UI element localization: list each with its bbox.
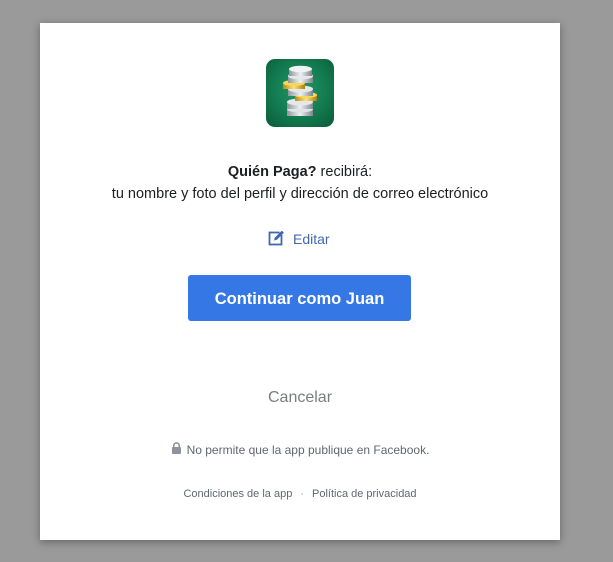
- permission-detail: tu nombre y foto del perfil y dirección …: [111, 186, 489, 202]
- privacy-policy-link[interactable]: Política de privacidad: [312, 488, 417, 500]
- app-terms-link[interactable]: Condiciones de la app: [183, 488, 292, 500]
- app-name: Quién Paga?: [227, 164, 317, 180]
- continue-as-user-button[interactable]: Continuar como Juan: [188, 275, 411, 321]
- permission-heading: Quién Paga? recibirá:: [40, 164, 560, 180]
- edit-label: Editar: [293, 231, 330, 247]
- coin-stack-graphic: [283, 65, 317, 116]
- login-permission-dialog: Quién Paga? recibirá: tu nombre y foto d…: [40, 23, 560, 540]
- receives-label: recibirá:: [320, 164, 373, 180]
- lock-icon: [171, 442, 182, 457]
- footer: Condiciones de la app · Política de priv…: [40, 488, 560, 500]
- cancel-button[interactable]: Cancelar: [40, 389, 560, 407]
- edit-icon: [268, 229, 286, 249]
- posting-notice: No permite que la app publique en Facebo…: [40, 442, 560, 457]
- footer-separator: ·: [300, 488, 304, 500]
- posting-notice-text: No permite que la app publique en Facebo…: [186, 442, 430, 457]
- edit-permissions-link[interactable]: Editar: [268, 229, 330, 249]
- app-coin-stack-icon: [266, 59, 334, 127]
